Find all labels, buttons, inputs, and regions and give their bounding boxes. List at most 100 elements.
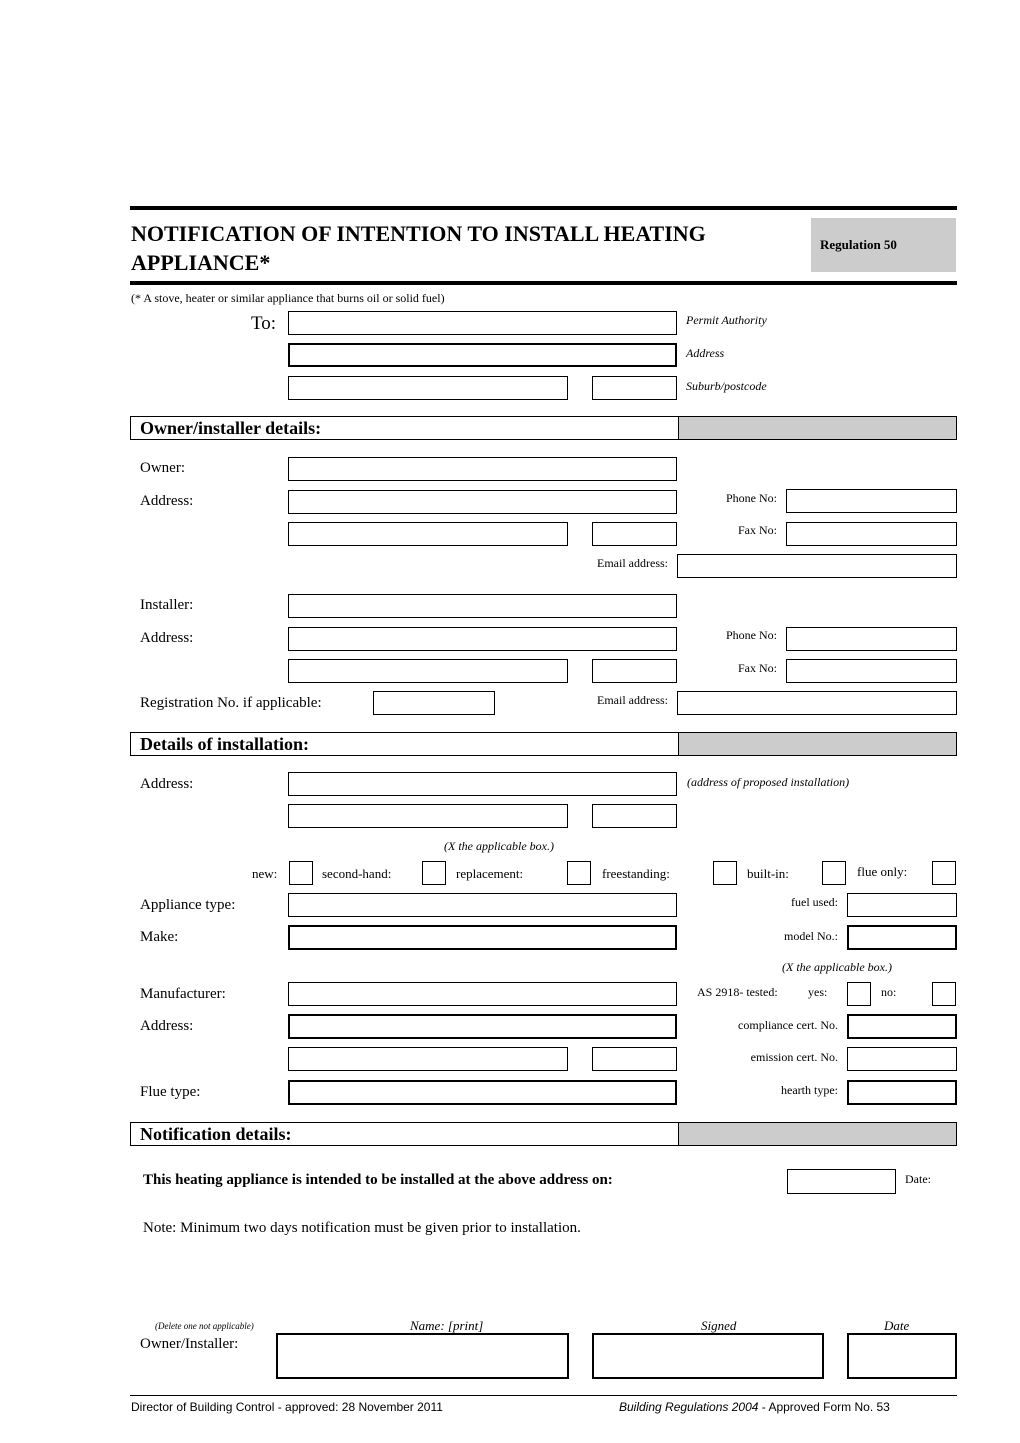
checkbox-label-second-hand: second-hand: [322, 866, 392, 881]
as2918-label: AS 2918- tested: [697, 985, 778, 999]
section-header-installation: Details of installation: [130, 732, 957, 756]
installer-phone-label: Phone No: [726, 628, 777, 642]
footer-form-number: - Approved Form No. 53 [758, 1400, 890, 1414]
signed-header: Signed [701, 1318, 737, 1333]
checkbox-tested-yes[interactable] [847, 982, 871, 1006]
to-label: To: [251, 313, 277, 334]
hearth-type-label: hearth type: [781, 1083, 838, 1097]
signature-signed-field[interactable] [592, 1333, 824, 1379]
section-shade [678, 733, 956, 755]
to-postcode-field[interactable] [592, 376, 677, 400]
installer-label: Installer: [140, 597, 194, 613]
registration-field[interactable] [373, 691, 495, 715]
installer-suburb-field[interactable] [288, 659, 568, 683]
header-top-rule [130, 206, 957, 210]
regulation-badge: Regulation 50 [811, 218, 956, 272]
make-label: Make: [140, 929, 179, 945]
owner-phone-label: Phone No: [726, 491, 777, 505]
date-header: Date [884, 1318, 910, 1333]
hearth-type-field[interactable] [847, 1080, 957, 1105]
checkbox-label-new: new: [252, 866, 278, 881]
to-address-field[interactable] [288, 343, 677, 367]
permit-authority-field[interactable] [288, 311, 677, 335]
checkbox-label-flue-only: flue only: [857, 864, 908, 879]
registration-label: Registration No. if applicable: [140, 695, 322, 711]
installer-address-field[interactable] [288, 627, 677, 651]
installer-address-label: Address: [140, 630, 194, 646]
appliance-type-label: Appliance type: [140, 897, 236, 913]
manufacturer-postcode-field[interactable] [592, 1047, 677, 1071]
section-header-owner-installer: Owner/installer details: [130, 416, 957, 440]
footer-rule [130, 1395, 957, 1396]
footer-form-ref: Building Regulations 2004 - Approved For… [619, 1400, 890, 1414]
checkbox-built-in[interactable] [822, 861, 846, 885]
header-bottom-rule [130, 281, 957, 285]
checkbox-new[interactable] [289, 861, 313, 885]
checkbox-hint: (X the applicable box.) [444, 839, 554, 853]
installer-postcode-field[interactable] [592, 659, 677, 683]
signature-date-field[interactable] [847, 1333, 957, 1379]
section-shade [678, 417, 956, 439]
checkbox-flue-only[interactable] [932, 861, 956, 885]
installer-email-label: Email address: [597, 693, 668, 707]
compliance-cert-field[interactable] [847, 1014, 957, 1039]
installation-postcode-field[interactable] [592, 804, 677, 828]
notification-note: Note: Minimum two days notification must… [143, 1220, 581, 1236]
checkbox-label-freestanding: freestanding: [602, 866, 670, 881]
to-address-hint: Address [686, 346, 725, 360]
intent-text: This heating appliance is intended to be… [143, 1172, 613, 1188]
page-title: NOTIFICATION OF INTENTION TO INSTALL HEA… [131, 221, 706, 275]
installer-field[interactable] [288, 594, 677, 618]
section-shade [678, 1123, 956, 1145]
owner-installer-label: Owner/Installer: [140, 1336, 239, 1352]
owner-phone-field[interactable] [786, 489, 957, 513]
installer-fax-label: Fax No: [738, 661, 777, 675]
name-print-header: Name: [print] [410, 1318, 484, 1333]
installation-address-field[interactable] [288, 772, 677, 796]
owner-fax-field[interactable] [786, 522, 957, 546]
owner-field[interactable] [288, 457, 677, 481]
checkbox-second-hand[interactable] [422, 861, 446, 885]
manufacturer-field[interactable] [288, 982, 677, 1006]
installation-address-hint: (address of proposed installation) [687, 775, 850, 789]
owner-address-field[interactable] [288, 490, 677, 514]
manufacturer-address-label: Address: [140, 1018, 194, 1034]
install-date-field[interactable] [787, 1169, 896, 1194]
compliance-cert-label: compliance cert. No. [738, 1018, 838, 1032]
checkbox-replacement[interactable] [567, 861, 591, 885]
fuel-used-field[interactable] [847, 893, 957, 917]
installer-fax-field[interactable] [786, 659, 957, 683]
installation-suburb-field[interactable] [288, 804, 568, 828]
make-field[interactable] [288, 925, 677, 950]
footnote: (* A stove, heater or similar appliance … [131, 291, 445, 305]
signature-name-field[interactable] [276, 1333, 569, 1379]
owner-fax-label: Fax No: [738, 523, 777, 537]
owner-email-field[interactable] [677, 554, 957, 578]
checkbox-freestanding[interactable] [713, 861, 737, 885]
installation-address-label: Address: [140, 776, 194, 792]
emission-cert-field[interactable] [847, 1047, 957, 1071]
section-title: Notification details: [140, 1124, 292, 1144]
no-label: no: [881, 985, 897, 999]
model-label: model No.: [784, 929, 838, 943]
owner-postcode-field[interactable] [592, 522, 677, 546]
manufacturer-label: Manufacturer: [140, 986, 226, 1002]
to-suburb-field[interactable] [288, 376, 568, 400]
flue-type-field[interactable] [288, 1080, 677, 1105]
installer-phone-field[interactable] [786, 627, 957, 651]
appliance-type-field[interactable] [288, 893, 677, 917]
checkbox-tested-no[interactable] [932, 982, 956, 1006]
delete-hint: (Delete one not applicable) [155, 1321, 254, 1331]
owner-email-label: Email address: [597, 556, 668, 570]
model-field[interactable] [847, 925, 957, 950]
install-date-label: Date: [905, 1172, 931, 1186]
section-title: Details of installation: [140, 734, 309, 754]
permit-authority-hint: Permit Authority [686, 313, 767, 327]
checkbox-label-replacement: replacement: [456, 866, 524, 881]
owner-suburb-field[interactable] [288, 522, 568, 546]
manufacturer-suburb-field[interactable] [288, 1047, 568, 1071]
checkbox-label-built-in: built-in: [747, 866, 789, 881]
manufacturer-address-field[interactable] [288, 1014, 677, 1039]
installer-email-field[interactable] [677, 691, 957, 715]
owner-label: Owner: [140, 460, 185, 476]
